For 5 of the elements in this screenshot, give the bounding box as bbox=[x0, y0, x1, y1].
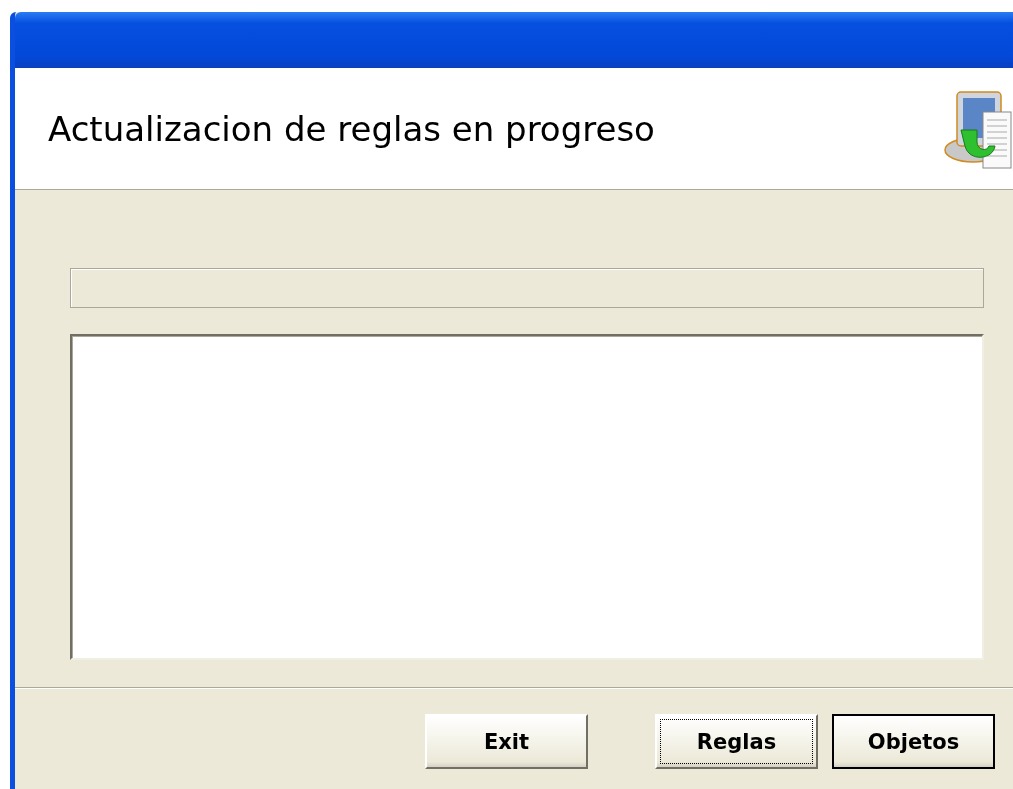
dialog-button[interactable]: Exit bbox=[425, 714, 588, 769]
dialog-button[interactable]: Reglas bbox=[655, 714, 818, 769]
log-area[interactable] bbox=[70, 334, 984, 660]
dialog-button[interactable]: Objetos bbox=[832, 714, 995, 769]
dialog-heading: Actualizacion de reglas en progreso bbox=[48, 108, 655, 149]
